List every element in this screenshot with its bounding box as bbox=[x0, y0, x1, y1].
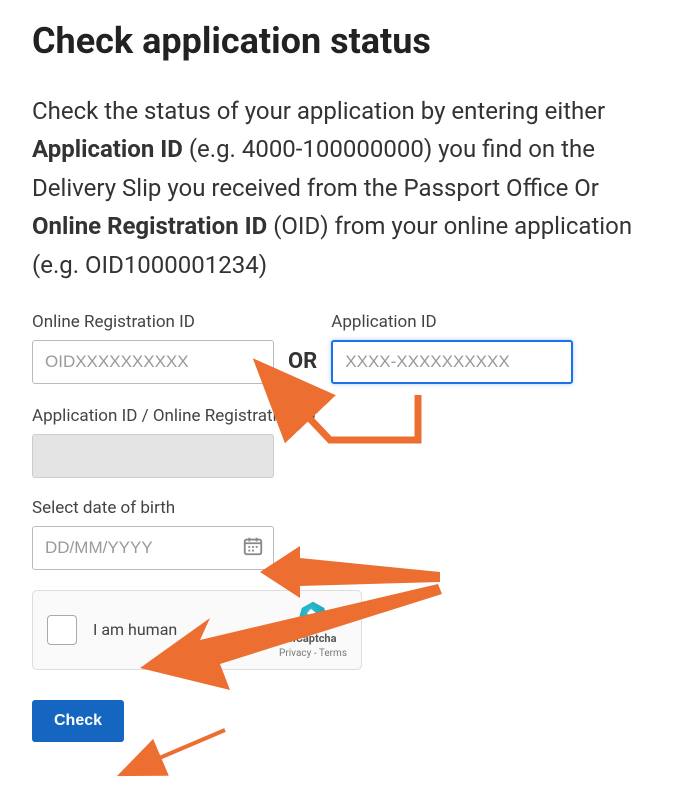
dob-input[interactable] bbox=[32, 526, 274, 570]
appid-label: Application ID bbox=[331, 312, 573, 332]
oid-input[interactable] bbox=[32, 340, 274, 384]
or-separator: OR bbox=[288, 349, 317, 374]
page-title: Check application status bbox=[32, 20, 646, 62]
dob-field: Select date of birth bbox=[32, 498, 646, 570]
combined-input-disabled bbox=[32, 434, 274, 478]
appid-field: Application ID bbox=[331, 312, 573, 384]
intro-text: Check the status of your application by … bbox=[32, 92, 646, 284]
captcha-checkbox[interactable] bbox=[47, 615, 77, 645]
hcaptcha-logo-icon bbox=[299, 601, 327, 629]
oid-label: Online Registration ID bbox=[32, 312, 274, 332]
intro-prefix: Check the status of your application by … bbox=[32, 97, 605, 125]
intro-bold-oid: Online Registration ID bbox=[32, 212, 267, 240]
captcha-privacy-terms[interactable]: Privacy - Terms bbox=[279, 648, 347, 659]
combined-field: Application ID / Online Registration ID bbox=[32, 406, 646, 478]
combined-label: Application ID / Online Registration ID bbox=[32, 406, 646, 426]
oid-field: Online Registration ID bbox=[32, 312, 274, 384]
intro-bold-appid: Application ID bbox=[32, 135, 183, 163]
calendar-icon[interactable] bbox=[242, 535, 264, 561]
captcha-widget: I am human hCaptcha Privacy - Terms bbox=[32, 590, 362, 670]
appid-input[interactable] bbox=[331, 340, 573, 384]
check-button[interactable]: Check bbox=[32, 700, 124, 742]
dob-label: Select date of birth bbox=[32, 498, 646, 518]
captcha-label: I am human bbox=[93, 620, 177, 639]
id-row: Online Registration ID OR Application ID bbox=[32, 312, 646, 384]
captcha-brand: hCaptcha bbox=[290, 632, 337, 645]
